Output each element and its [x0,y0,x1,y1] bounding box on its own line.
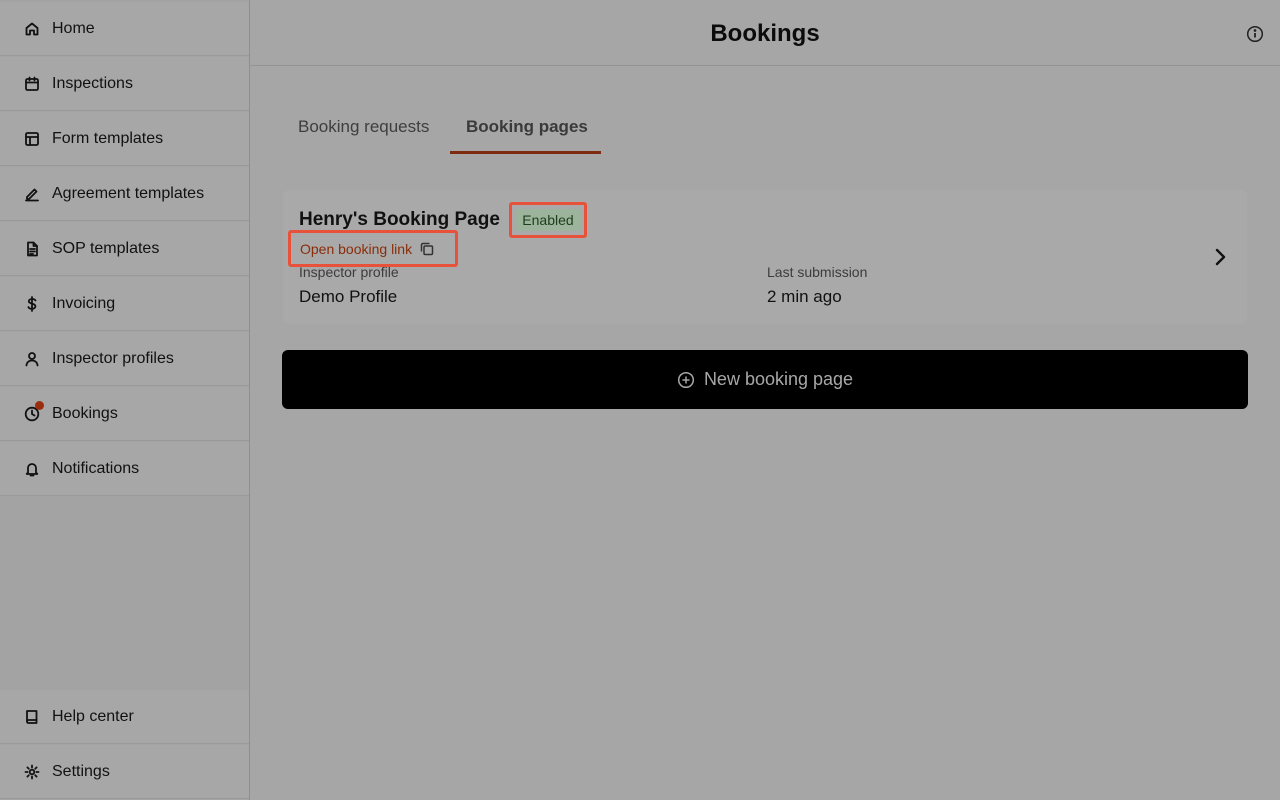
home-icon [24,21,40,37]
bell-icon [24,461,40,477]
user-icon [24,351,40,367]
last-submission-label: Last submission [767,264,868,280]
sidebar: Home Inspections Form templates Agreemen… [0,0,250,800]
new-booking-page-label: New booking page [703,369,854,389]
sidebar-item-label: Home [52,19,95,37]
sidebar-item-help-center[interactable]: Help center [0,690,249,744]
sidebar-item-settings[interactable]: Settings [0,745,249,799]
sidebar-item-notifications[interactable]: Notifications [0,442,249,496]
sidebar-item-home[interactable]: Home [0,2,249,56]
sidebar-item-bookings[interactable]: Bookings [0,387,249,441]
plus-circle-icon [677,371,695,389]
sidebar-item-inspector-profiles[interactable]: Inspector profiles [0,332,249,386]
sidebar-item-label: Help center [52,707,134,725]
chevron-right-icon[interactable] [1213,247,1227,267]
sidebar-item-form-templates[interactable]: Form templates [0,112,249,166]
open-booking-link[interactable]: Open booking link [288,230,458,267]
sidebar-item-label: Invoicing [52,294,116,312]
new-booking-page-button[interactable]: New booking page [282,350,1248,409]
last-submission-value: 2 min ago [767,287,842,306]
book-icon [24,709,40,725]
info-icon[interactable] [1246,25,1264,43]
sidebar-item-label: Inspector profiles [52,349,174,367]
sidebar-item-agreement-templates[interactable]: Agreement templates [0,167,249,221]
status-badge: Enabled [515,209,581,231]
sidebar-item-sop-templates[interactable]: SOP templates [0,222,249,276]
status-badge-highlight: Enabled [509,202,587,238]
dollar-icon [24,295,40,312]
sidebar-item-label: Agreement templates [52,184,205,202]
sidebar-item-label: Settings [52,762,110,780]
page-title: Bookings [710,20,820,47]
layout-icon [24,131,40,147]
sidebar-item-label: Bookings [52,404,118,422]
inspector-profile-value: Demo Profile [299,287,398,306]
calendar-icon [24,76,40,92]
sidebar-item-label: SOP templates [52,239,160,257]
page-header: Bookings [250,0,1280,66]
notification-dot [35,401,44,410]
tab-booking-requests[interactable]: Booking requests [298,117,429,137]
booking-page-title: Henry's Booking Page [299,209,500,230]
sidebar-item-label: Inspections [52,74,133,92]
booking-page-card[interactable]: Henry's Booking Page Enabled Inspector p… [283,190,1247,324]
signature-icon [24,186,40,202]
sidebar-item-invoicing[interactable]: Invoicing [0,277,249,331]
gear-icon [24,764,40,780]
active-tab-indicator [450,151,601,154]
open-booking-link-label: Open booking link [300,240,413,257]
sidebar-item-label: Notifications [52,459,140,477]
copy-icon[interactable] [420,242,434,256]
sidebar-item-label: Form templates [52,129,164,147]
document-icon [24,241,40,257]
sidebar-item-inspections[interactable]: Inspections [0,57,249,111]
tab-booking-pages[interactable]: Booking pages [466,117,588,137]
